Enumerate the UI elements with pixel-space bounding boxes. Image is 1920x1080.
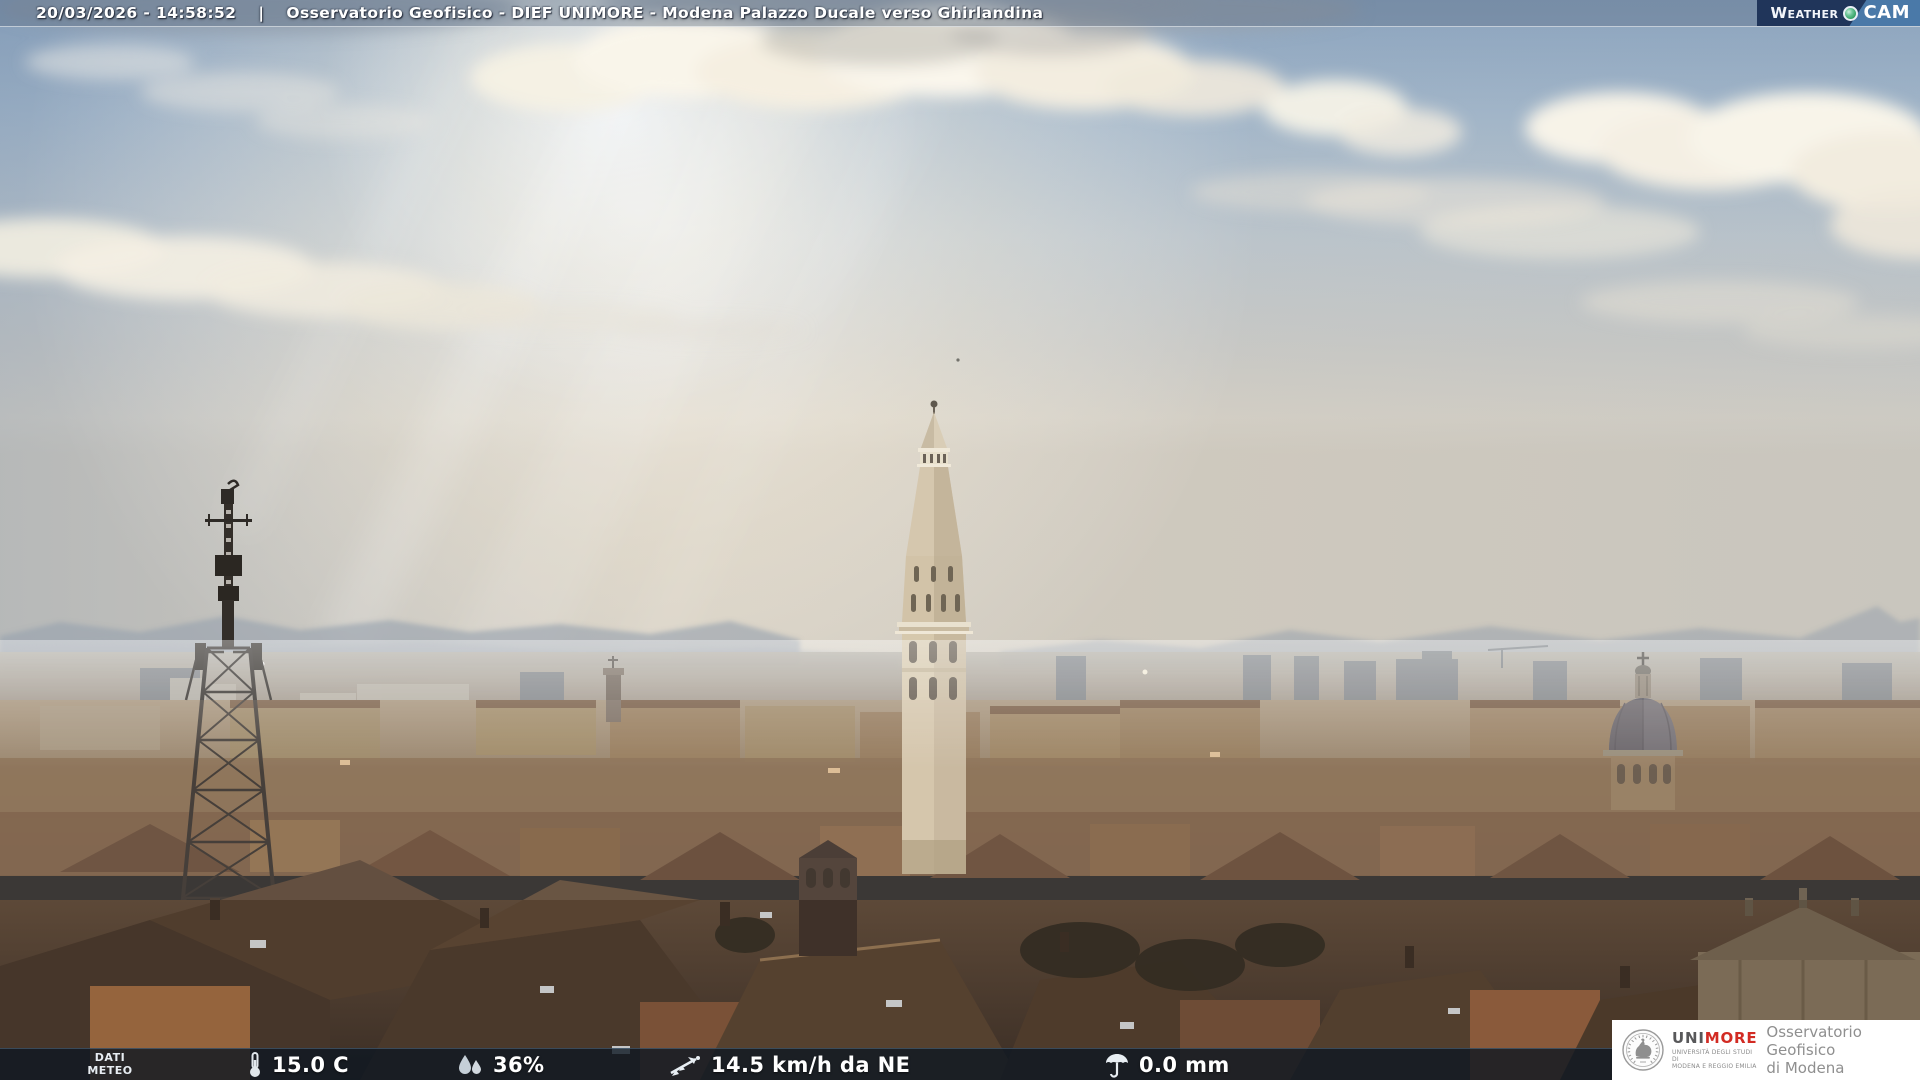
university-name-line1: UNIVERSITÀ DEGLI STUDI DI — [1672, 1049, 1753, 1063]
precipitation-value: 0.0 mm — [1139, 1053, 1230, 1077]
weathercam-watermark: Weather CAM — [1756, 0, 1920, 26]
temperature-readout: 15.0 C — [247, 1049, 349, 1080]
weathercam-cam-label: CAM — [1849, 0, 1920, 26]
humidity-value: 36% — [493, 1053, 545, 1077]
page-title: Osservatorio Geofisico - DIEF UNIMORE - … — [286, 4, 1044, 22]
timestamp: 20/03/2026 - 14:58:52 — [36, 4, 237, 22]
weather-bar-label-line2: METEO — [87, 1064, 133, 1077]
weather-bar-label: DATI METEO — [62, 1051, 158, 1077]
header-strip: 20/03/2026 - 14:58:52 | Osservatorio Geo… — [0, 0, 1920, 27]
wind-value: 14.5 km/h da NE — [711, 1053, 911, 1077]
camera-lens-icon — [1843, 5, 1859, 21]
wind-vane-icon — [670, 1056, 700, 1076]
wind-readout: 14.5 km/h da NE — [668, 1049, 910, 1080]
unimore-wordmark: UNIMORE — [1672, 1030, 1757, 1047]
unimore-logo-text: UNIMORE UNIVERSITÀ DEGLI STUDI DI MODENA… — [1672, 1030, 1757, 1071]
unimore-wordmark-more: MORE — [1704, 1029, 1758, 1047]
unimore-wordmark-uni: UNI — [1672, 1029, 1705, 1047]
webcam-page: 20/03/2026 - 14:58:52 | Osservatorio Geo… — [0, 0, 1920, 1080]
humidity-readout: 36% — [456, 1049, 544, 1080]
university-name: UNIVERSITÀ DEGLI STUDI DI MODENA E REGGI… — [1672, 1049, 1757, 1070]
observatory-name: Osservatorio Geofisico di Modena — [1766, 1023, 1920, 1077]
umbrella-icon — [1106, 1054, 1128, 1078]
weather-bar-label-line1: DATI — [94, 1051, 126, 1064]
observatory-name-line2: di Modena — [1766, 1059, 1845, 1077]
unimore-branding-box: UNIMORE UNIVERSITÀ DEGLI STUDI DI MODENA… — [1612, 1020, 1920, 1080]
precipitation-readout: 0.0 mm — [1104, 1049, 1230, 1080]
header-separator: | — [258, 4, 265, 22]
webcam-photo — [0, 0, 1920, 1080]
city-haze — [0, 700, 1920, 900]
observatory-name-line1: Osservatorio Geofisico — [1766, 1023, 1862, 1059]
university-name-line2: MODENA E REGGIO EMILIA — [1672, 1063, 1757, 1070]
weathercam-weather-label: Weather — [1770, 4, 1839, 22]
unimore-seal-icon — [1622, 1029, 1664, 1071]
water-drops-icon — [459, 1055, 481, 1074]
thermometer-icon — [250, 1052, 260, 1077]
temperature-value: 15.0 C — [272, 1053, 349, 1077]
